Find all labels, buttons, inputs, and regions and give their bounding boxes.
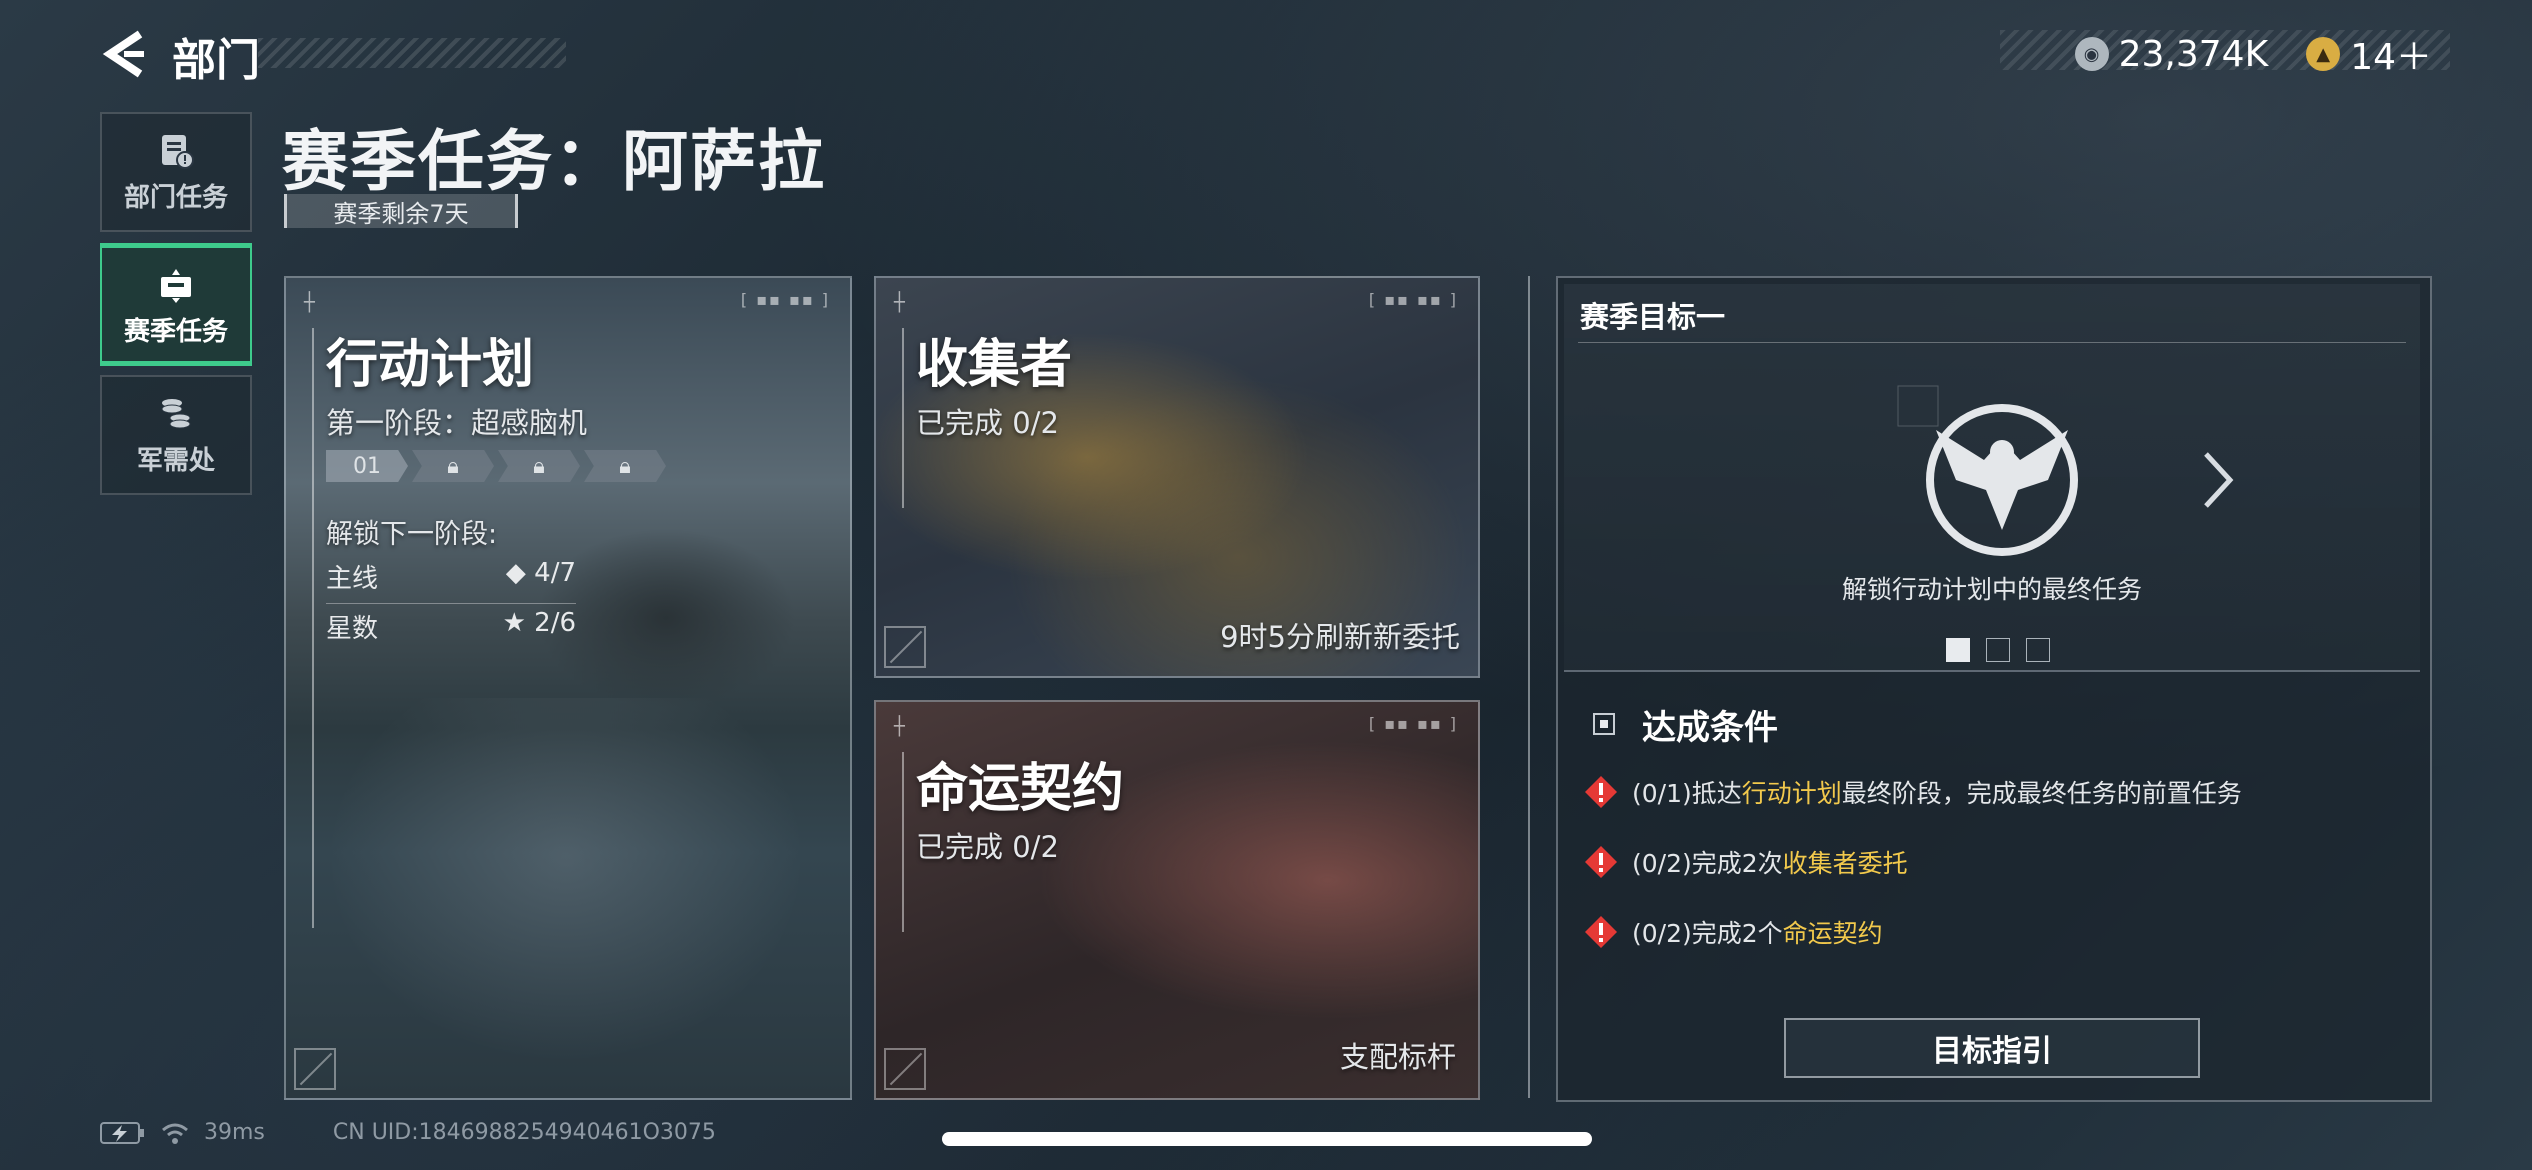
card-title: 收集者 [916, 335, 1073, 395]
stage-lock-icon: 🔒︎ [412, 450, 494, 482]
battery-icon [100, 1121, 144, 1144]
season-remaining-badge: 赛季剩余7天 [284, 194, 518, 228]
card-title: 行动计划 [326, 335, 535, 395]
condition-highlight: 行动计划 [1741, 779, 1842, 808]
condition-text: (0/2)完成2次 [1632, 849, 1783, 878]
sea-art [286, 698, 846, 1098]
next-goal-arrow-icon[interactable] [2198, 448, 2238, 512]
currency-bar: ◉ 23,374K ▲ 14＋ [2074, 28, 2432, 80]
frame-marker: [ ▪▪ ▪▪ ] [740, 290, 830, 309]
clipboard-icon [162, 134, 194, 169]
status-bar: 39ms CN UID:1846988254940461O3075 [100, 1120, 716, 1145]
stars-value: ★ 2/6 [502, 608, 576, 638]
frame-marker: [ ▪▪ ▪▪ ] [1368, 714, 1458, 733]
stars-progress-row: 星数 ★ 2/6 [326, 608, 576, 645]
page-dot-active[interactable] [1946, 638, 1970, 662]
phase-label: 第一阶段：超感脑机 [326, 406, 588, 440]
card-title: 命运契约 [916, 759, 1125, 819]
nav-label: 部门任务 [123, 182, 228, 213]
stage-progress: 01 🔒︎ 🔒︎ 🔒︎ [326, 450, 666, 482]
nav-label: 赛季任务 [123, 316, 228, 347]
stage-lock-icon: 🔒︎ [584, 450, 666, 482]
condition-highlight: 命运契约 [1782, 919, 1883, 948]
header-title: 部门 [172, 35, 260, 86]
back-arrow-icon[interactable] [100, 28, 148, 80]
ping-value: 39ms [204, 1120, 265, 1145]
main-progress-row: 主线 ◆ 4/7 [326, 558, 576, 604]
card-accent-line [902, 752, 904, 932]
premium-amount[interactable]: 14＋ [2350, 28, 2432, 80]
goal-title: 赛季目标一 [1580, 300, 1726, 334]
goal-pager[interactable] [1946, 638, 2050, 662]
crosshair-icon: ┼ [304, 292, 315, 313]
frame-marker: [ ▪▪ ▪▪ ] [1368, 290, 1458, 309]
main-value: ◆ 4/7 [505, 558, 576, 588]
nav-label: 军需处 [136, 445, 215, 476]
card-accent-line [312, 328, 314, 928]
crosshair-icon: ┼ [894, 292, 905, 313]
corner-marker [884, 626, 926, 668]
collector-progress: 已完成 0/2 [916, 406, 1059, 440]
stage-1: 01 [326, 450, 408, 482]
wifi-icon [162, 1123, 188, 1144]
season-goal-panel: 赛季目标一 解锁行动计划中的最终任务 达成条件 (0/1)抵达行动计划最终阶段，… [1556, 276, 2432, 1102]
goal-description: 解锁行动计划中的最终任务 [1841, 575, 2142, 604]
card-fate-contract[interactable]: ┼ [ ▪▪ ▪▪ ] 命运契约 已完成 0/2 支配标杆 [874, 700, 1480, 1100]
goal-card: 赛季目标一 解锁行动计划中的最终任务 [1564, 284, 2420, 672]
goal-guide-button[interactable]: 目标指引 [1784, 1018, 2200, 1078]
nav-quartermaster[interactable]: 军需处 [100, 375, 252, 495]
goal-title-rule [1578, 342, 2406, 343]
premium-coin-icon: ▲ [2306, 37, 2341, 71]
mission-icon [161, 268, 191, 303]
card-action-plan[interactable]: ┼ [ ▪▪ ▪▪ ] 行动计划 第一阶段：超感脑机 01 🔒︎ 🔒︎ 🔒︎ 解… [284, 276, 852, 1100]
warning-icon [1585, 776, 1617, 808]
condition-text: (0/2)完成2个 [1632, 919, 1783, 948]
panel-divider [1528, 276, 1530, 1098]
stage-lock-icon: 🔒︎ [498, 450, 580, 482]
warning-icon [1585, 846, 1617, 878]
condition-item: (0/2)完成2次收集者委托 [1584, 844, 1908, 880]
page-dot[interactable] [2026, 638, 2050, 662]
player-uid: CN UID:1846988254940461O3075 [332, 1120, 716, 1145]
condition-text: (0/1)抵达 [1632, 779, 1742, 808]
fate-badge: 支配标杆 [1339, 1040, 1456, 1074]
page-title: 赛季任务：阿萨拉 [282, 123, 826, 200]
condition-item: (0/2)完成2个命运契约 [1584, 914, 1883, 950]
card-accent-line [902, 328, 904, 508]
conditions-title: 达成条件 [1642, 708, 1778, 748]
corner-marker [294, 1048, 336, 1090]
unlock-label: 解锁下一阶段: [326, 519, 498, 550]
condition-highlight: 收集者委托 [1782, 849, 1908, 878]
home-indicator[interactable] [942, 1132, 1592, 1146]
header-hatch [258, 38, 566, 68]
fate-progress: 已完成 0/2 [916, 830, 1059, 864]
stars-label: 星数 [326, 614, 379, 644]
nav-season-tasks[interactable]: 赛季任务 [100, 243, 252, 366]
crosshair-icon: ┼ [894, 716, 905, 737]
page-dot[interactable] [1986, 638, 2010, 662]
condition-item: (0/1)抵达行动计划最终阶段，完成最终任务的前置任务 [1584, 774, 2242, 810]
warning-icon [1585, 916, 1617, 948]
condition-text: 最终阶段，完成最终任务的前置任务 [1841, 779, 2242, 808]
credit-coin-icon: ◉ [2074, 37, 2109, 71]
credit-amount: 23,374K [2118, 33, 2269, 75]
main-label: 主线 [326, 564, 379, 594]
refresh-timer: 9时5分刷新新委托 [1220, 620, 1460, 654]
eagle-emblem-icon [1897, 385, 2078, 556]
nav-department-tasks[interactable]: 部门任务 [100, 112, 252, 232]
coins-icon [161, 398, 191, 428]
checkbox-icon [1593, 713, 1615, 735]
corner-marker [884, 1048, 926, 1090]
card-collector[interactable]: ┼ [ ▪▪ ▪▪ ] 收集者 已完成 0/2 9时5分刷新新委托 [874, 276, 1480, 678]
